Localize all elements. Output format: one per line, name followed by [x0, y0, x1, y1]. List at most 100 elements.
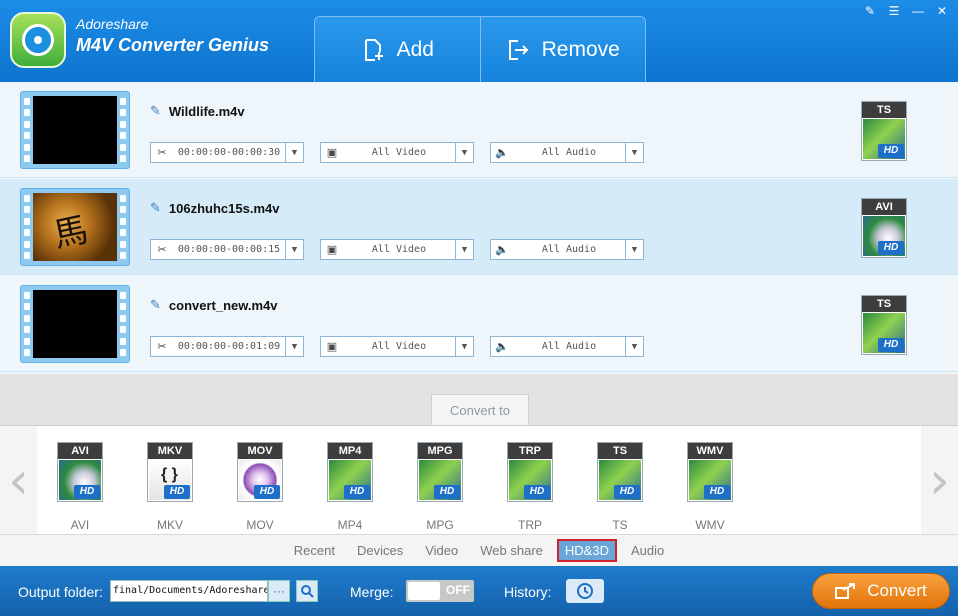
- category-tab[interactable]: Audio: [623, 539, 672, 562]
- trim-dropdown[interactable]: ✂ 00:00:00-00:00:30 ▼: [150, 142, 304, 163]
- format-item-wmv[interactable]: WMV HD WMV: [680, 442, 740, 532]
- menu-icon[interactable]: ☰: [886, 4, 902, 18]
- audio-track-dropdown[interactable]: 🔈 All Audio ▼: [490, 336, 644, 357]
- video-track-dropdown[interactable]: ▣ All Video ▼: [320, 142, 474, 163]
- format-item-avi[interactable]: AVI HD AVI: [50, 442, 110, 532]
- format-icon: MOV HD: [237, 442, 283, 502]
- format-badge: TRP: [508, 443, 552, 459]
- format-label: MPG: [426, 518, 454, 532]
- file-name: 106zhuhc15s.m4v: [168, 200, 280, 216]
- chevron-down-icon: ▼: [625, 143, 643, 162]
- format-badge: WMV: [688, 443, 732, 459]
- format-badge: MOV: [238, 443, 282, 459]
- output-format-button[interactable]: TS HD: [861, 295, 907, 355]
- category-tab[interactable]: Devices: [349, 539, 411, 562]
- format-icon: AVI HD: [57, 442, 103, 502]
- file-row[interactable]: ✎ 106zhuhc15s.m4v ✂ 00:00:00-00:00:15 ▼ ▣ All …: [0, 179, 958, 275]
- format-list: AVIHDAVIMKVHDMKVMOVHDMOVMP4HDMP4MPGHDMPG…: [37, 426, 921, 535]
- format-item-mov[interactable]: MOV HD MOV: [230, 442, 290, 532]
- history-button[interactable]: [566, 579, 604, 603]
- category-tab[interactable]: Video: [417, 539, 466, 562]
- feedback-icon[interactable]: ✎: [862, 4, 878, 18]
- merge-state: OFF: [446, 583, 470, 597]
- convert-icon: [835, 583, 856, 599]
- format-badge: MPG: [418, 443, 462, 459]
- audio-track-value: All Audio: [541, 341, 597, 352]
- title-bar: Adoreshare M4V Converter Genius Add Remo…: [0, 0, 958, 82]
- browse-folder-button[interactable]: ···: [268, 580, 290, 602]
- format-item-ts[interactable]: TS HD TS: [590, 442, 650, 532]
- video-track-dropdown[interactable]: ▣ All Video ▼: [320, 336, 474, 357]
- video-track-value: All Video: [371, 341, 427, 352]
- video-track-value: All Video: [371, 244, 427, 255]
- hd-badge: HD: [74, 485, 100, 499]
- format-badge: TS: [598, 443, 642, 459]
- chevron-down-icon: ▼: [455, 240, 473, 259]
- category-tab[interactable]: Recent: [286, 539, 343, 562]
- format-item-mkv[interactable]: MKV HD MKV: [140, 442, 200, 532]
- video-thumbnail[interactable]: [20, 188, 130, 266]
- category-tab[interactable]: Web share: [472, 539, 551, 562]
- trim-dropdown[interactable]: ✂ 00:00:00-00:00:15 ▼: [150, 239, 304, 260]
- trim-dropdown[interactable]: ✂ 00:00:00-00:01:09 ▼: [150, 336, 304, 357]
- app-title: M4V Converter Genius: [76, 35, 270, 55]
- speaker-icon: 🔈: [495, 340, 509, 353]
- format-item-mpg[interactable]: MPG HD MPG: [410, 442, 470, 532]
- edit-name-icon[interactable]: ✎: [150, 103, 161, 119]
- open-folder-button[interactable]: [296, 580, 318, 602]
- format-categories: Recent Devices Video Web share HD&3D Audio: [0, 534, 958, 566]
- video-thumbnail[interactable]: [20, 91, 130, 169]
- merge-label: Merge:: [350, 584, 394, 600]
- file-row[interactable]: ✎ Wildlife.m4v ✂ 00:00:00-00:00:30 ▼ ▣ All Vid…: [0, 82, 958, 178]
- format-icon: MP4 HD: [327, 442, 373, 502]
- film-icon: ▣: [326, 146, 338, 159]
- video-track-dropdown[interactable]: ▣ All Video ▼: [320, 239, 474, 260]
- edit-name-icon[interactable]: ✎: [150, 297, 161, 313]
- format-label: TS: [612, 518, 628, 532]
- add-button-label: Add: [396, 37, 434, 61]
- hd-badge: HD: [878, 338, 904, 352]
- hd-badge: HD: [878, 241, 904, 255]
- convert-button-label: Convert: [867, 581, 927, 600]
- format-item-trp[interactable]: TRP HD TRP: [500, 442, 560, 532]
- format-label: AVI: [70, 518, 90, 532]
- format-icon: WMV HD: [687, 442, 733, 502]
- close-icon[interactable]: ✕: [934, 4, 950, 18]
- chevron-down-icon: ▼: [455, 143, 473, 162]
- video-track-value: All Video: [371, 147, 427, 158]
- app-logo-icon: [10, 12, 66, 68]
- file-row[interactable]: ✎ convert_new.m4v ✂ 00:00:00-00:01:09 ▼ ▣ All …: [0, 276, 958, 372]
- hd-badge: HD: [878, 144, 904, 158]
- remove-button-label: Remove: [541, 37, 620, 61]
- scissors-icon: ✂: [157, 340, 167, 353]
- format-icon: TS HD: [597, 442, 643, 502]
- audio-track-dropdown[interactable]: 🔈 All Audio ▼: [490, 239, 644, 260]
- convert-to-tab[interactable]: Convert to: [431, 394, 529, 425]
- output-folder-field[interactable]: final/Documents/Adoreshare: [110, 580, 268, 602]
- format-icon: TRP HD: [507, 442, 553, 502]
- merge-toggle[interactable]: OFF: [406, 580, 474, 602]
- category-tab[interactable]: HD&3D: [556, 539, 617, 562]
- scissors-icon: ✂: [157, 243, 167, 256]
- clock-icon: [577, 583, 593, 599]
- prev-arrow-icon[interactable]: ‹: [0, 426, 37, 535]
- window-controls: ✎ ☰ — ✕: [862, 4, 950, 18]
- format-icon: AVI HD: [861, 198, 907, 258]
- remove-button[interactable]: Remove: [479, 17, 645, 82]
- format-label: MP4: [337, 518, 363, 532]
- format-item-mp4[interactable]: MP4 HD MP4: [320, 442, 380, 532]
- file-list: ✎ Wildlife.m4v ✂ 00:00:00-00:00:30 ▼ ▣ All Vid…: [0, 82, 958, 374]
- format-icon: MKV HD: [147, 442, 193, 502]
- audio-track-dropdown[interactable]: 🔈 All Audio ▼: [490, 142, 644, 163]
- convert-button[interactable]: Convert: [812, 573, 950, 609]
- edit-name-icon[interactable]: ✎: [150, 200, 161, 216]
- audio-track-value: All Audio: [541, 244, 597, 255]
- output-format-button[interactable]: TS HD: [861, 101, 907, 161]
- minimize-icon[interactable]: —: [910, 4, 926, 18]
- output-format-button[interactable]: AVI HD: [861, 198, 907, 258]
- next-arrow-icon[interactable]: ›: [921, 426, 958, 535]
- format-label: TRP: [518, 518, 542, 532]
- history-label: History:: [504, 584, 552, 600]
- video-thumbnail[interactable]: [20, 285, 130, 363]
- add-button[interactable]: Add: [315, 17, 480, 82]
